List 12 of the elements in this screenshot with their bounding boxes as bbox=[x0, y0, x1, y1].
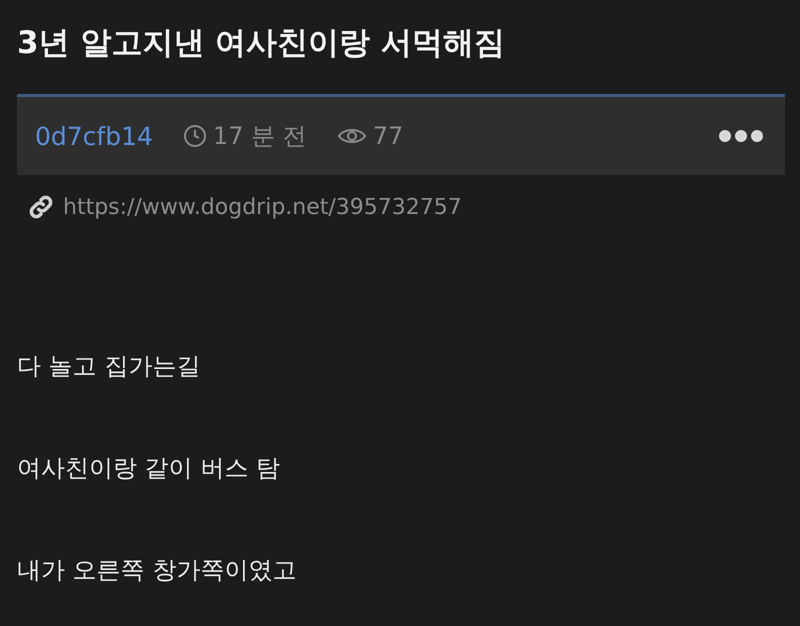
post-link[interactable]: https://www.dogdrip.net/395732757 bbox=[63, 194, 462, 220]
view-count: 77 bbox=[372, 122, 404, 150]
post-time: 17 분 전 bbox=[212, 121, 307, 152]
author-name[interactable]: 0d7cfb14 bbox=[35, 122, 153, 150]
more-icon[interactable] bbox=[719, 130, 763, 142]
body-paragraph: 다 놀고 집가는길 bbox=[17, 351, 202, 382]
eye-icon bbox=[336, 126, 367, 146]
body-paragraph: 내가 오른쪽 창가쪽이였고 bbox=[17, 555, 298, 586]
body-paragraph: 여사친이랑 같이 버스 탐 bbox=[17, 453, 281, 484]
clock-icon bbox=[182, 124, 207, 148]
link-icon bbox=[27, 193, 55, 221]
post-title: 3년 알고지낸 여사친이랑 서먹해짐 bbox=[17, 24, 506, 63]
